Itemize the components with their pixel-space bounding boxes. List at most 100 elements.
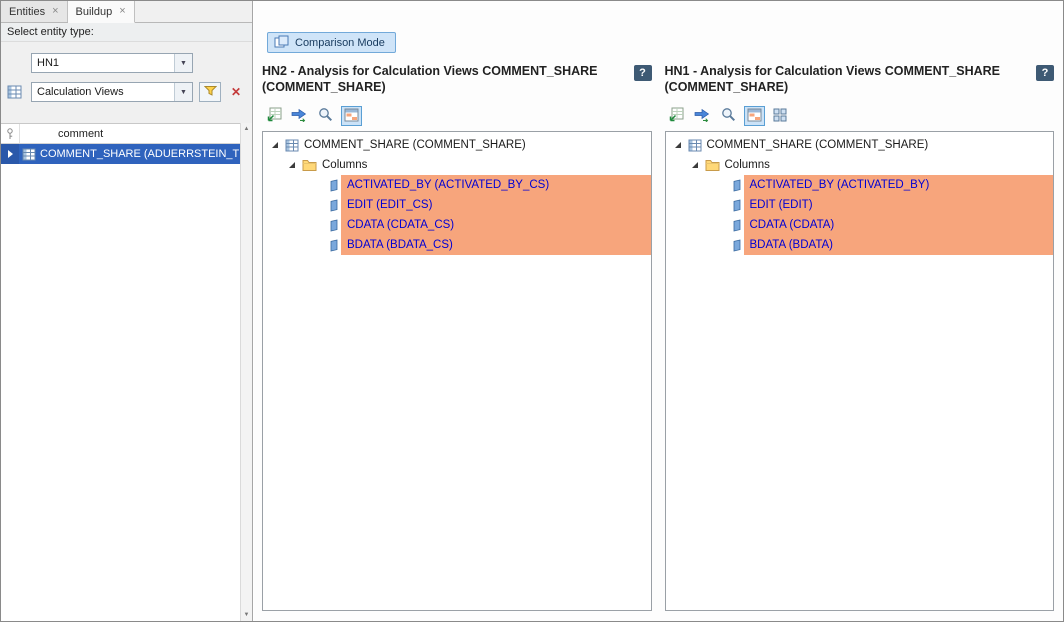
close-icon[interactable]: × [119, 6, 125, 17]
row-marker-icon [8, 150, 13, 158]
tree-node-label: Columns [322, 159, 367, 171]
export-excel-icon [668, 107, 684, 125]
chevron-down-icon[interactable]: ▼ [174, 83, 192, 101]
tree-leaf-edit[interactable]: EDIT (EDIT) [666, 195, 1054, 215]
transport-button[interactable] [289, 106, 310, 126]
folder-icon [705, 159, 720, 171]
expand-collapse-icon[interactable] [271, 141, 280, 149]
scroll-up-icon[interactable]: ▲ [241, 123, 252, 135]
panel-hn1: HN1 - Analysis for Calculation Views COM… [665, 63, 1055, 611]
tree-node-label: COMMENT_SHARE (COMMENT_SHARE) [707, 139, 929, 151]
row-selector [1, 144, 19, 164]
zoom-icon [318, 107, 333, 125]
expand-collapse-icon[interactable] [288, 161, 297, 169]
compare-columns-icon [747, 108, 762, 125]
column-icon [329, 239, 339, 252]
table-icon [285, 139, 299, 152]
panel-hn2-toolbar [262, 99, 652, 131]
tree-leaf-bdata[interactable]: BDATA (BDATA) [666, 235, 1054, 255]
transport-button[interactable] [692, 106, 713, 126]
sidebar-scrollbar[interactable]: ▲ ▼ [240, 123, 252, 621]
panel-hn2: HN2 - Analysis for Calculation Views COM… [262, 63, 652, 611]
clear-filter-icon: ✕ [231, 85, 241, 99]
entity-select-value: HN1 [32, 57, 174, 69]
grid-view-button[interactable] [770, 106, 791, 126]
column-header-comment[interactable]: comment [20, 128, 103, 140]
table-row-selected[interactable]: COMMENT_SHARE (ADUERRSTEIN_T [1, 144, 241, 164]
diff-highlight: ACTIVATED_BY (ACTIVATED_BY_CS) [341, 175, 651, 195]
help-icon[interactable]: ? [1036, 65, 1054, 81]
diff-highlight: BDATA (BDATA) [744, 235, 1054, 255]
column-icon [329, 179, 339, 192]
export-excel-button[interactable] [666, 106, 687, 126]
comparison-mode-icon [274, 35, 289, 51]
panel-hn1-title: HN1 - Analysis for Calculation Views COM… [665, 63, 1037, 96]
zoom-icon [721, 107, 736, 125]
zoom-button[interactable] [718, 106, 739, 126]
help-icon[interactable]: ? [634, 65, 652, 81]
entity-kind-select[interactable]: Calculation Views ▼ [31, 82, 193, 102]
diff-highlight: ACTIVATED_BY (ACTIVATED_BY) [744, 175, 1054, 195]
panel-hn2-tree: COMMENT_SHARE (COMMENT_SHARE) Columns AC… [262, 131, 652, 611]
transport-arrows-icon [291, 108, 308, 125]
diff-highlight: BDATA (BDATA_CS) [341, 235, 651, 255]
tree-node-root[interactable]: COMMENT_SHARE (COMMENT_SHARE) [666, 135, 1054, 155]
close-icon[interactable]: × [52, 6, 58, 17]
comparison-mode-label: Comparison Mode [295, 37, 385, 49]
chevron-down-icon[interactable]: ▼ [174, 54, 192, 72]
export-excel-icon [266, 107, 282, 125]
app-window: Entities × Buildup × Select entity type:… [0, 0, 1064, 622]
tree-node-columns[interactable]: Columns [666, 155, 1054, 175]
transport-arrows-icon [694, 108, 711, 125]
tree-node-root[interactable]: COMMENT_SHARE (COMMENT_SHARE) [263, 135, 651, 155]
column-icon [732, 199, 742, 212]
entity-type-header: Select entity type: [1, 23, 252, 42]
grid-view-icon [773, 108, 787, 125]
expand-collapse-icon[interactable] [691, 161, 700, 169]
column-icon [329, 219, 339, 232]
highlight-differences-button[interactable] [744, 106, 765, 126]
column-icon [732, 179, 742, 192]
entity-kind-select-value: Calculation Views [32, 86, 174, 98]
tree-leaf-cdata[interactable]: CDATA (CDATA_CS) [263, 215, 651, 235]
comparison-mode-button[interactable]: Comparison Mode [267, 32, 396, 53]
expand-collapse-icon[interactable] [674, 141, 683, 149]
calculation-views-icon [7, 85, 31, 99]
tree-node-label: COMMENT_SHARE (COMMENT_SHARE) [304, 139, 526, 151]
tree-node-columns[interactable]: Columns [263, 155, 651, 175]
tree-leaf-edit[interactable]: EDIT (EDIT_CS) [263, 195, 651, 215]
folder-icon [302, 159, 317, 171]
tree-leaf-bdata[interactable]: BDATA (BDATA_CS) [263, 235, 651, 255]
highlight-differences-button[interactable] [341, 106, 362, 126]
scroll-down-icon[interactable]: ▼ [241, 609, 252, 621]
panel-hn1-toolbar [665, 99, 1055, 131]
clear-filter-button[interactable]: ✕ [226, 82, 246, 102]
tree-leaf-cdata[interactable]: CDATA (CDATA) [666, 215, 1054, 235]
filter-button[interactable] [199, 82, 221, 102]
tree-leaf-activated-by[interactable]: ACTIVATED_BY (ACTIVATED_BY) [666, 175, 1054, 195]
main-area: Comparison Mode HN2 - Analysis for Calcu… [254, 1, 1063, 621]
tree-node-label: Columns [725, 159, 770, 171]
tab-buildup-label: Buildup [76, 6, 113, 18]
selected-entity-label: COMMENT_SHARE (ADUERRSTEIN_T [40, 148, 239, 160]
panel-hn2-title: HN2 - Analysis for Calculation Views COM… [262, 63, 634, 96]
tab-entities[interactable]: Entities × [1, 1, 68, 22]
compare-columns-icon [344, 108, 359, 125]
column-icon [732, 239, 742, 252]
pin-icon [1, 124, 20, 143]
tab-bar: Entities × Buildup × [1, 1, 252, 23]
comparison-panels: HN2 - Analysis for Calculation Views COM… [262, 63, 1054, 611]
tab-buildup[interactable]: Buildup × [68, 1, 135, 23]
diff-highlight: EDIT (EDIT_CS) [341, 195, 651, 215]
diff-highlight: CDATA (CDATA_CS) [341, 215, 651, 235]
sidebar-controls: HN1 ▼ Calculation Views ▼ ✕ [1, 42, 252, 102]
export-excel-button[interactable] [263, 106, 284, 126]
sidebar: Entities × Buildup × Select entity type:… [1, 1, 253, 621]
filter-icon [204, 85, 217, 100]
zoom-button[interactable] [315, 106, 336, 126]
entity-table: comment COMMENT_SHARE (ADUERRSTEIN_T [1, 123, 241, 621]
tree-leaf-activated-by[interactable]: ACTIVATED_BY (ACTIVATED_BY_CS) [263, 175, 651, 195]
entity-select[interactable]: HN1 ▼ [31, 53, 193, 73]
column-icon [329, 199, 339, 212]
table-icon [22, 148, 36, 161]
